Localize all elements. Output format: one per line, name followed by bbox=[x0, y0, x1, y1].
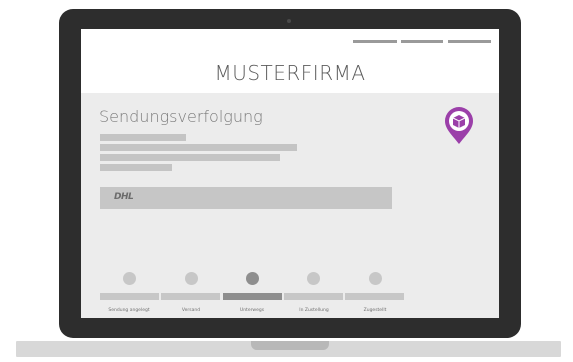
page-title: Sendungsverfolgung bbox=[99, 107, 263, 126]
step-bar-sendung-angelegt bbox=[100, 293, 159, 300]
step-label: Sendung angelegt bbox=[108, 308, 150, 313]
text-placeholder-line bbox=[100, 144, 297, 151]
step-dot-versand bbox=[185, 272, 198, 285]
step-label: Unterwegs bbox=[239, 308, 265, 313]
laptop-notch bbox=[251, 341, 329, 350]
step-bar-in-zustellung bbox=[284, 293, 343, 300]
step-bar-zugestellt bbox=[345, 293, 404, 300]
laptop-screen: MUSTERFIRMA Sendungsverfolgung DHL Sendu… bbox=[81, 29, 499, 318]
step-label: Zugestellt bbox=[363, 308, 387, 313]
text-placeholder-line bbox=[100, 164, 172, 171]
carrier-logo: DHL bbox=[114, 192, 134, 202]
step-bar-unterwegs bbox=[223, 293, 282, 300]
step-dot-in-zustellung bbox=[307, 272, 320, 285]
package-location-pin-icon bbox=[445, 107, 473, 144]
text-placeholder-line bbox=[100, 134, 186, 141]
step-dot-unterwegs bbox=[246, 272, 259, 285]
nav-link-placeholder[interactable] bbox=[401, 40, 443, 43]
text-placeholder-line bbox=[100, 154, 280, 161]
carrier-info-box: DHL bbox=[100, 187, 392, 209]
site-brand-title[interactable]: MUSTERFIRMA bbox=[81, 61, 499, 85]
step-dot-zugestellt bbox=[369, 272, 382, 285]
webcam-icon bbox=[287, 19, 291, 23]
step-dot-sendung-angelegt bbox=[123, 272, 136, 285]
step-bar-versand bbox=[161, 293, 220, 300]
nav-link-placeholder[interactable] bbox=[448, 40, 491, 43]
nav-link-placeholder[interactable] bbox=[353, 40, 397, 43]
step-label: In Zustellung bbox=[299, 308, 329, 313]
step-label: Versand bbox=[181, 308, 201, 313]
tracking-panel: Sendungsverfolgung DHL Sendung angelegt … bbox=[81, 93, 499, 318]
